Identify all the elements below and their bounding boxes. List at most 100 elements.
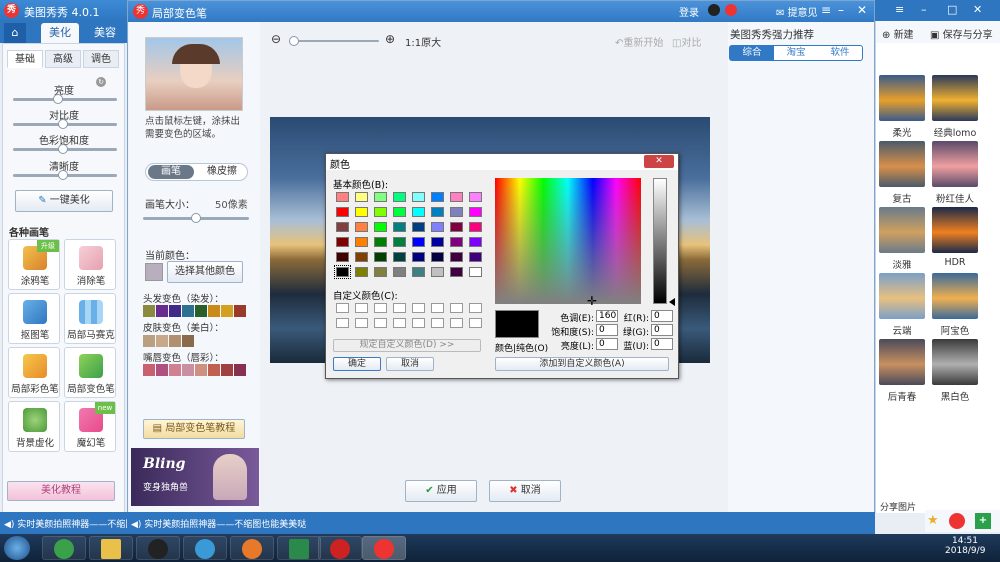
close-icon[interactable]: ✕ bbox=[644, 155, 674, 168]
color-swatch[interactable] bbox=[234, 364, 246, 376]
slider-knob[interactable] bbox=[58, 119, 68, 129]
clock[interactable]: 14:51 2018/9/9 bbox=[945, 536, 985, 556]
zoom-out-icon[interactable]: ⊖ bbox=[271, 32, 281, 46]
color-swatch[interactable] bbox=[208, 305, 220, 317]
effect-thumbnail[interactable] bbox=[932, 339, 978, 385]
basic-color-swatch[interactable] bbox=[374, 237, 387, 247]
custom-color-slot[interactable] bbox=[374, 318, 387, 328]
field-input[interactable]: 0 bbox=[596, 338, 618, 350]
basic-color-swatch[interactable] bbox=[393, 237, 406, 247]
custom-color-slot[interactable] bbox=[469, 318, 482, 328]
tab-taobao[interactable]: 淘宝 bbox=[774, 46, 818, 60]
color-swatch[interactable] bbox=[221, 364, 233, 376]
new-button[interactable]: ⊕ 新建 bbox=[882, 26, 914, 41]
color-swatch[interactable] bbox=[195, 305, 207, 317]
slider-knob[interactable] bbox=[58, 170, 68, 180]
color-swatch[interactable] bbox=[234, 305, 246, 317]
zoom-slider[interactable] bbox=[289, 36, 379, 46]
basic-color-swatch[interactable] bbox=[450, 207, 463, 217]
start-button[interactable] bbox=[4, 536, 30, 560]
slider-saturation[interactable] bbox=[13, 144, 117, 154]
custom-color-slot[interactable] bbox=[431, 303, 444, 313]
color-swatch[interactable] bbox=[169, 305, 181, 317]
rgb-input[interactable]: 0 bbox=[651, 324, 673, 336]
slider-knob[interactable] bbox=[289, 36, 299, 46]
tool-cutout-pen[interactable]: 抠图笔 bbox=[8, 293, 60, 344]
basic-color-swatch[interactable] bbox=[355, 192, 368, 202]
basic-color-swatch[interactable] bbox=[431, 237, 444, 247]
rgb-input[interactable]: 0 bbox=[651, 310, 673, 322]
basic-color-swatch[interactable] bbox=[336, 252, 349, 262]
custom-color-slot[interactable] bbox=[431, 318, 444, 328]
slider-contrast[interactable] bbox=[13, 119, 117, 129]
compare-button[interactable]: ◫对比 bbox=[672, 34, 701, 49]
basic-color-swatch[interactable] bbox=[450, 252, 463, 262]
basic-color-swatch[interactable] bbox=[431, 252, 444, 262]
taskbar-recorder[interactable] bbox=[318, 536, 362, 560]
custom-color-slot[interactable] bbox=[469, 303, 482, 313]
basic-color-swatch[interactable] bbox=[374, 192, 387, 202]
color-swatch[interactable] bbox=[169, 335, 181, 347]
color-swatch[interactable] bbox=[182, 364, 194, 376]
taskbar-meitu[interactable] bbox=[362, 536, 406, 560]
basic-color-swatch[interactable] bbox=[336, 222, 349, 232]
basic-color-swatch[interactable] bbox=[336, 192, 349, 202]
ok-button[interactable]: 确定 bbox=[333, 357, 381, 371]
basic-color-swatch[interactable] bbox=[336, 207, 349, 217]
status-text[interactable]: ◀) 实时美颜拍照神器——不缩图也能美美哒 bbox=[131, 517, 306, 530]
zoom-in-icon[interactable]: ⊕ bbox=[385, 32, 395, 46]
basic-color-swatch[interactable] bbox=[355, 252, 368, 262]
basic-color-swatch[interactable] bbox=[393, 207, 406, 217]
basic-color-swatch[interactable] bbox=[469, 252, 482, 262]
tab-software[interactable]: 软件 bbox=[818, 46, 862, 60]
custom-color-slot[interactable] bbox=[450, 318, 463, 328]
cancel-button[interactable]: 取消 bbox=[386, 357, 434, 371]
cancel-button[interactable]: ✖ 取消 bbox=[489, 480, 561, 502]
basic-color-swatch[interactable] bbox=[431, 207, 444, 217]
tab-beautify[interactable]: 美化 bbox=[41, 23, 79, 43]
effect-thumbnail[interactable] bbox=[879, 207, 925, 253]
save-share-button[interactable]: ▣ 保存与分享 bbox=[930, 26, 993, 41]
basic-color-swatch[interactable] bbox=[412, 192, 425, 202]
define-custom-colors-button[interactable]: 规定自定义颜色(D) >> bbox=[333, 339, 481, 352]
home-icon[interactable]: ⌂ bbox=[4, 23, 26, 43]
custom-color-slot[interactable] bbox=[355, 303, 368, 313]
basic-color-swatch[interactable] bbox=[412, 207, 425, 217]
basic-color-swatch[interactable] bbox=[412, 252, 425, 262]
minimize-icon[interactable]: – bbox=[921, 3, 927, 16]
close-icon[interactable]: ✕ bbox=[973, 3, 982, 16]
custom-color-slot[interactable] bbox=[412, 303, 425, 313]
field-input[interactable]: 0 bbox=[596, 324, 618, 336]
slider-sharpness[interactable] bbox=[13, 170, 117, 180]
custom-color-slot[interactable] bbox=[393, 318, 406, 328]
subtab-color[interactable]: 调色 bbox=[83, 50, 119, 68]
effect-thumbnail[interactable] bbox=[932, 141, 978, 187]
minimize-icon[interactable]: – bbox=[838, 3, 844, 17]
tool-doodle-pen[interactable]: 涂鸦笔 升级 bbox=[8, 239, 60, 290]
basic-color-swatch[interactable] bbox=[431, 267, 444, 277]
effect-thumbnail[interactable] bbox=[879, 75, 925, 121]
basic-color-swatch[interactable] bbox=[469, 237, 482, 247]
custom-color-slot[interactable] bbox=[412, 318, 425, 328]
basic-color-swatch[interactable] bbox=[374, 267, 387, 277]
basic-color-swatch[interactable] bbox=[355, 222, 368, 232]
effect-thumbnail[interactable] bbox=[932, 273, 978, 319]
color-swatch[interactable] bbox=[156, 305, 168, 317]
taskbar-explorer[interactable] bbox=[89, 536, 133, 560]
apply-button[interactable]: ✔ 应用 bbox=[405, 480, 477, 502]
effect-thumbnail[interactable] bbox=[932, 207, 978, 253]
menu-icon[interactable]: ≡ bbox=[895, 3, 904, 16]
basic-color-swatch[interactable] bbox=[450, 237, 463, 247]
actual-size-button[interactable]: 1:1原大 bbox=[405, 34, 441, 49]
subtab-advanced[interactable]: 高级 bbox=[45, 50, 81, 68]
recolor-tutorial-button[interactable]: ▤ 局部变色笔教程 bbox=[143, 419, 245, 439]
custom-color-slot[interactable] bbox=[355, 318, 368, 328]
tool-magic-pen[interactable]: 魔幻笔 new bbox=[64, 401, 116, 452]
color-swatch[interactable] bbox=[143, 364, 155, 376]
beautify-tutorial-button[interactable]: 美化教程 bbox=[7, 481, 115, 501]
color-swatch[interactable] bbox=[195, 364, 207, 376]
maximize-icon[interactable]: □ bbox=[947, 3, 957, 16]
effect-thumbnail[interactable] bbox=[879, 273, 925, 319]
basic-color-swatch[interactable] bbox=[374, 222, 387, 232]
basic-color-swatch[interactable] bbox=[355, 237, 368, 247]
